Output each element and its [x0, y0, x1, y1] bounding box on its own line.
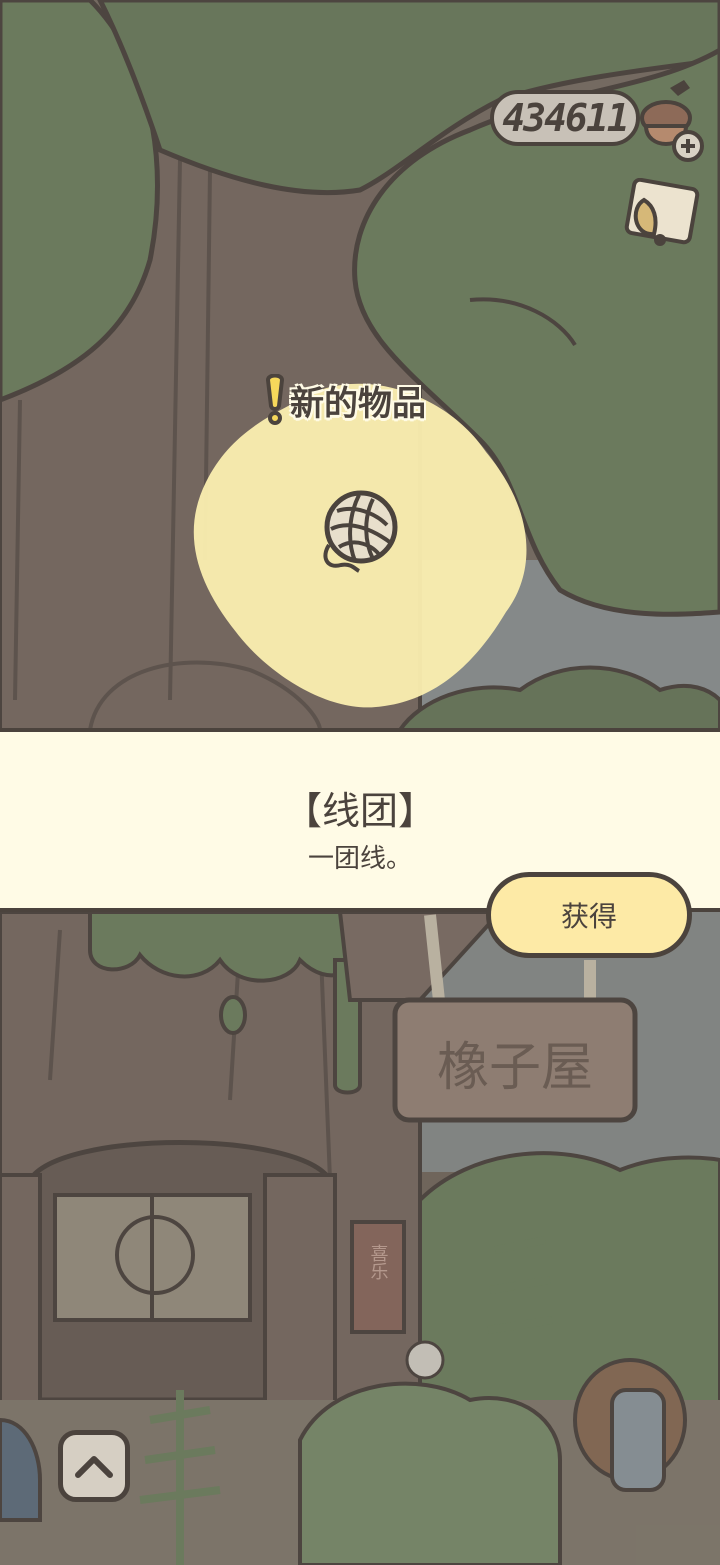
yarn-ball-icon	[323, 490, 398, 573]
new-item-text: 新的物品	[290, 383, 426, 424]
acorn-counter: 434611	[490, 90, 640, 146]
item-name: 【线团】	[283, 789, 436, 833]
expand-menu-button[interactable]	[58, 1430, 130, 1502]
chevron-up-icon	[75, 1456, 113, 1478]
svg-text:橡子屋: 橡子屋	[437, 1038, 593, 1098]
ticket-icon[interactable]	[620, 178, 704, 256]
exclamation-icon	[265, 374, 285, 425]
get-button[interactable]: 获得	[486, 872, 692, 958]
acorn-plus-icon[interactable]	[632, 80, 712, 170]
item-description: 一团线。	[307, 844, 412, 874]
acorn-count: 434611	[502, 96, 629, 140]
new-item-label: 新的物品	[264, 372, 426, 428]
scroll-text: 喜乐	[368, 1244, 389, 1280]
